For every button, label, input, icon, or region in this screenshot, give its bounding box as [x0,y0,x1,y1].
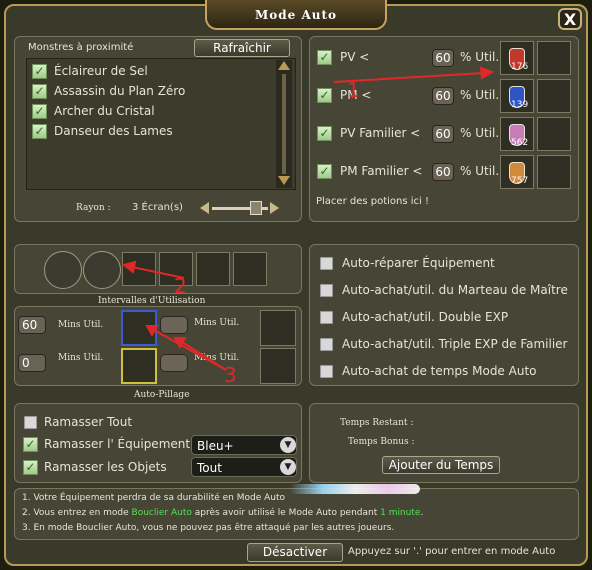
annotation-arrow-3b [181,341,227,371]
annotation-arrowhead-2 [121,260,137,274]
annotation-label-1: 1 [347,78,360,102]
annotation-overlay: 1 2 3 [121,66,495,387]
annotation-arrowhead-1 [479,66,495,80]
annotation-arrowhead-3a [145,325,159,338]
annotation-label-2: 2 [174,274,187,298]
annotation-label-3: 3 [224,363,237,387]
